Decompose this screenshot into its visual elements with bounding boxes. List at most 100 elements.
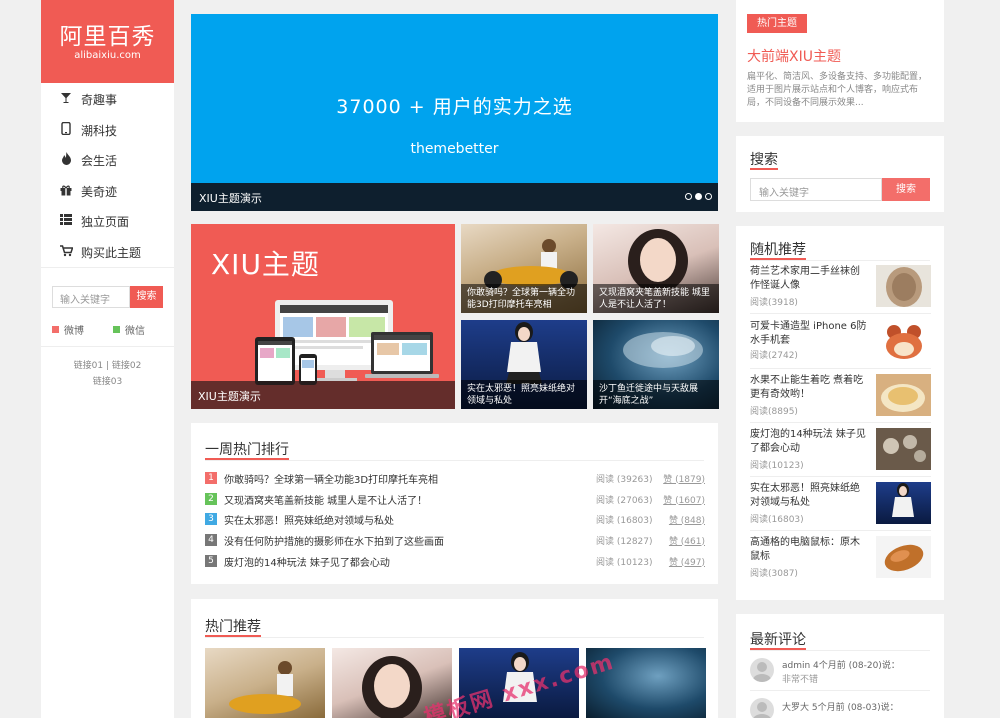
search-title: 搜索 — [750, 152, 778, 168]
random-item[interactable]: 水果不止能生着吃 煮着吃更有奇效哟！ 阅读(8895) — [750, 374, 931, 418]
weixin-icon — [113, 326, 120, 333]
tile-schoolgirl[interactable]: 实在太邪恶！照亮妹纸绝对领域与私处 — [461, 320, 587, 409]
random-thumb-chipmunk-case[interactable] — [876, 320, 931, 362]
motorcycle-image — [229, 661, 301, 714]
slider-dot-2-active[interactable] — [695, 193, 702, 200]
rank-title[interactable]: 你敢骑吗？全球第一辆全功能3D打印摩托车亮相 — [224, 471, 438, 486]
nav-item-meiqiji[interactable]: 美奇迹 — [41, 176, 174, 206]
rank-likes[interactable]: 赞 (1607) — [663, 493, 705, 506]
link-01[interactable]: 链接01 — [74, 361, 103, 371]
nav-item-huishenghuo[interactable]: 会生活 — [41, 145, 174, 175]
link-02[interactable]: 链接02 — [112, 361, 141, 371]
feature-card[interactable]: XIU主题 XIU主题演示 — [191, 224, 455, 409]
divider — [41, 346, 174, 347]
divider — [205, 637, 704, 638]
girl-portrait-image — [628, 229, 688, 288]
tile-dimple-girl[interactable]: 又现酒窝夹笔盖新技能 城里人是不让人活了！ — [593, 224, 719, 313]
tile-motorcycle[interactable]: 你敢骑吗？全球第一辆全功能3D打印摩托车亮相 — [461, 224, 587, 313]
hot-theme-title[interactable]: 大前端XIU主题 — [747, 46, 841, 66]
divider — [750, 530, 931, 531]
divider — [750, 260, 930, 261]
sidebar: 阿里百秀 alibaixiu.com 奇趣事 潮科技 会生活 美奇迹 独立页面 — [41, 0, 174, 718]
tile-sardines[interactable]: 沙丁鱼迁徙途中与天敌展开“海底之战” — [593, 320, 719, 409]
hero-subtitle: themebetter — [410, 141, 499, 157]
rank-title[interactable]: 废灯泡的14种玩法 妹子见了都会心动 — [224, 554, 390, 569]
feature-title: XIU主题 — [211, 248, 320, 281]
nav-item-buy-theme[interactable]: 购买此主题 — [41, 237, 174, 267]
rank-row[interactable]: 4 没有任何防护措施的摄影师在水下拍到了这些画面 阅读 (12827) 赞 (4… — [205, 530, 705, 550]
rank-row[interactable]: 2 又现酒窝夹笔盖新技能 城里人是不让人活了！ 阅读 (27063) 赞 (16… — [205, 489, 705, 509]
random-item-title[interactable]: 荷兰艺术家用二手丝袜创作怪诞人像 — [750, 265, 868, 293]
nav-item-qiqushi[interactable]: 奇趣事 — [41, 84, 174, 114]
random-item[interactable]: 高通格的电脑鼠标：原木鼠标 阅读(3087) — [750, 536, 931, 580]
schoolgirl-image — [892, 483, 914, 517]
comment-meta[interactable]: admin 4个月前 (08-20)说： — [782, 658, 900, 671]
search-input[interactable]: 输入关键字 — [750, 178, 882, 201]
logo-title: 阿里百秀 — [59, 24, 156, 50]
weibo-link[interactable]: 微博 — [52, 322, 84, 337]
rank-title[interactable]: 实在太邪恶！照亮妹纸绝对领域与私处 — [224, 512, 394, 527]
nav-item-duli-yemian[interactable]: 独立页面 — [41, 206, 174, 236]
list-icon — [59, 214, 73, 228]
rank-likes[interactable]: 赞 (497) — [669, 555, 705, 568]
rank-title[interactable]: 没有任何防护措施的摄影师在水下拍到了这些画面 — [224, 533, 444, 548]
rank-likes[interactable]: 赞 (1879) — [663, 472, 705, 485]
schoolgirl-image — [506, 322, 542, 384]
link-03[interactable]: 链接03 — [41, 374, 174, 390]
nav-label: 购买此主题 — [81, 245, 142, 260]
random-item[interactable]: 废灯泡的14种玩法 妹子见了都会心动 阅读(10123) — [750, 428, 931, 472]
rank-title[interactable]: 又现酒窝夹笔盖新技能 城里人是不让人活了！ — [224, 492, 427, 507]
random-item[interactable]: 荷兰艺术家用二手丝袜创作怪诞人像 阅读(3918) — [750, 265, 931, 309]
chipmunk-case-image — [886, 325, 922, 359]
random-item-reads: 阅读(2742) — [750, 351, 798, 361]
avatar — [750, 658, 774, 682]
glass-icon — [59, 92, 73, 107]
random-thumb-portrait[interactable] — [876, 265, 931, 307]
rank-row[interactable]: 5 废灯泡的14种玩法 妹子见了都会心动 阅读 (10123) 赞 (497) — [205, 551, 705, 571]
random-thumb-schoolgirl[interactable] — [876, 482, 931, 524]
friend-links: 链接01 | 链接02 链接03 — [41, 358, 174, 390]
latest-comments-panel: 最新评论 admin 4个月前 (08-20)说： 非常不错 大罗大 5个月前 … — [736, 614, 944, 718]
rank-reads: 阅读 (39263) — [596, 474, 653, 485]
rank-row[interactable]: 1 你敢骑吗？全球第一辆全功能3D打印摩托车亮相 阅读 (39263) 赞 (1… — [205, 468, 705, 488]
random-item[interactable]: 可爱卡通造型 iPhone 6防水手机套 阅读(2742) — [750, 320, 931, 364]
random-item-reads: 阅读(16803) — [750, 515, 804, 525]
slider-dot-3[interactable] — [705, 193, 712, 200]
rank-likes[interactable]: 赞 (848) — [669, 513, 705, 526]
sidebar-search-button[interactable]: 搜索 — [130, 286, 163, 308]
hero-caption[interactable]: XIU主题演示 — [191, 183, 718, 211]
random-thumb-bulbs[interactable] — [876, 428, 931, 470]
weibo-icon — [52, 326, 59, 333]
wrinkled-face-image — [886, 267, 922, 307]
hot-recommend-title: 热门推荐 — [205, 619, 261, 635]
site-logo[interactable]: 阿里百秀 alibaixiu.com — [41, 0, 174, 83]
nav-item-chaokeji[interactable]: 潮科技 — [41, 115, 174, 145]
rank-likes[interactable]: 赞 (461) — [669, 534, 705, 547]
rank-badge: 2 — [205, 493, 217, 505]
weixin-link[interactable]: 微信 — [113, 322, 145, 337]
comment-text[interactable]: 非常不错 — [782, 672, 818, 685]
hero-slider[interactable]: 37000 + 用户的实力之选 themebetter XIU主题演示 — [191, 14, 718, 211]
random-thumb-fruit[interactable] — [876, 374, 931, 416]
random-item-reads: 阅读(10123) — [750, 461, 804, 471]
tile-caption: 你敢骑吗？全球第一辆全功能3D打印摩托车亮相 — [461, 284, 587, 313]
random-item-reads: 阅读(3918) — [750, 298, 798, 308]
random-thumb-wood-mouse[interactable] — [876, 536, 931, 578]
nav-label: 会生活 — [81, 153, 118, 168]
rank-row[interactable]: 3 实在太邪恶！照亮妹纸绝对领域与私处 阅读 (16803) 赞 (848) — [205, 509, 705, 529]
random-item-title[interactable]: 可爱卡通造型 iPhone 6防水手机套 — [750, 320, 868, 348]
comment-meta[interactable]: 大罗大 5个月前 (08-03)说： — [782, 700, 899, 713]
weekly-ranking-title: 一周热门排行 — [205, 442, 289, 458]
divider — [41, 267, 174, 268]
random-item-title[interactable]: 实在太邪恶！照亮妹纸绝对领域与私处 — [750, 482, 868, 510]
random-item[interactable]: 实在太邪恶！照亮妹纸绝对领域与私处 阅读(16803) — [750, 482, 931, 526]
random-item-title[interactable]: 水果不止能生着吃 煮着吃更有奇效哟！ — [750, 374, 868, 402]
random-item-title[interactable]: 高通格的电脑鼠标：原木鼠标 — [750, 536, 868, 564]
hot-thumb-motorcycle[interactable] — [205, 648, 325, 718]
slider-dot-1[interactable] — [685, 193, 692, 200]
random-item-title[interactable]: 废灯泡的14种玩法 妹子见了都会心动 — [750, 428, 868, 456]
search-button[interactable]: 搜索 — [882, 178, 930, 201]
user-icon — [753, 662, 771, 682]
sidebar-search-input[interactable]: 输入关键字 — [52, 286, 130, 308]
rank-reads: 阅读 (12827) — [596, 536, 653, 547]
